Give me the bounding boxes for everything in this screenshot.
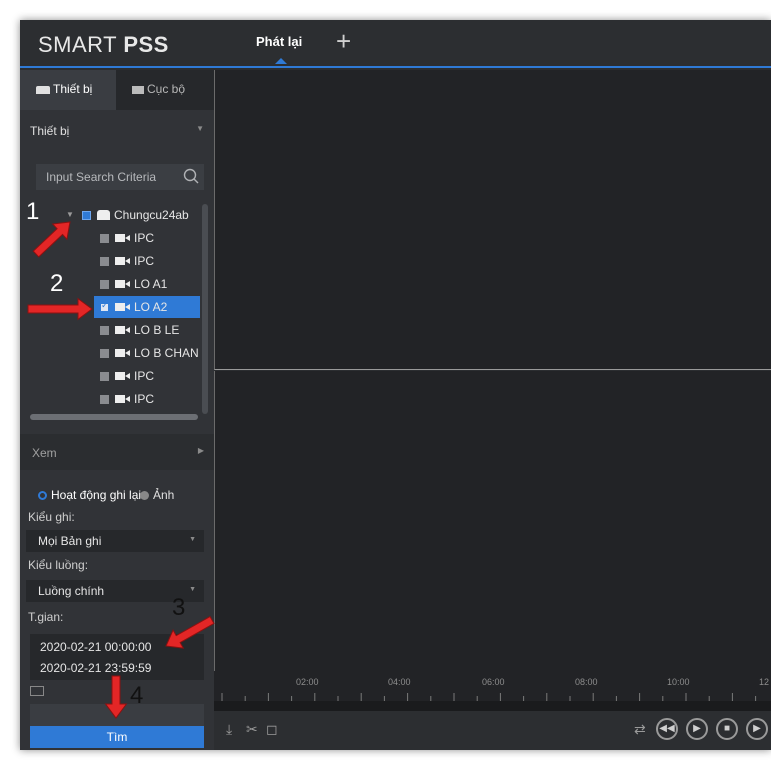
arrow-1 — [32, 221, 71, 258]
arrow-2 — [27, 297, 93, 321]
annotation-arrows — [27, 221, 215, 719]
arrow-3 — [165, 615, 215, 649]
arrow-4 — [104, 675, 128, 719]
